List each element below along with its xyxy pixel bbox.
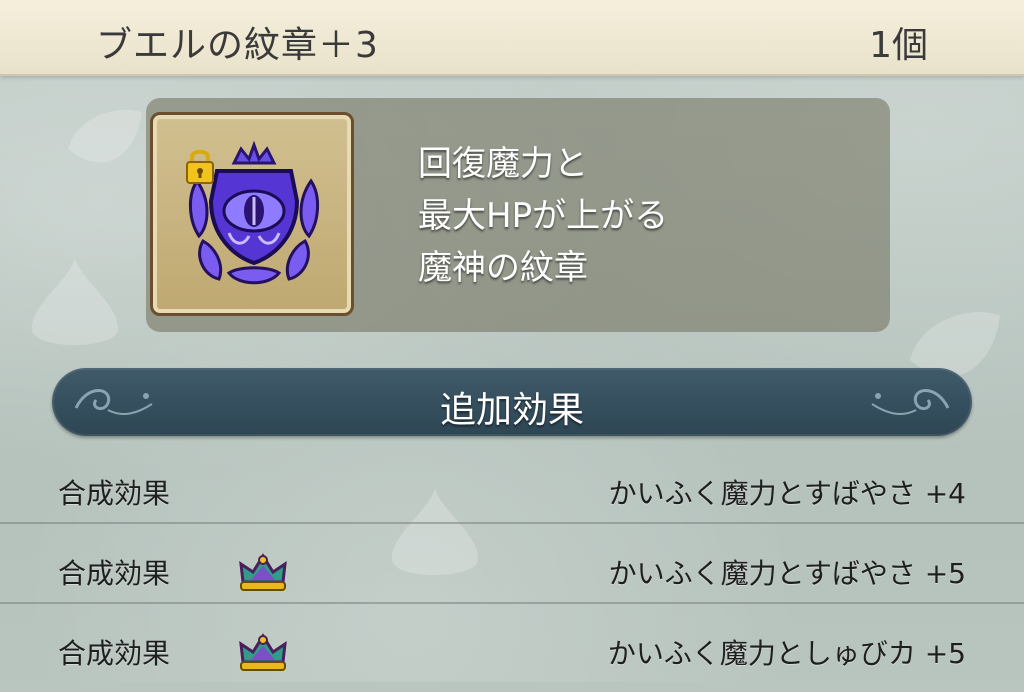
row-divider <box>0 602 1024 604</box>
item-count: 1個 <box>869 25 928 66</box>
additional-effects-banner: 追加効果 <box>52 368 972 436</box>
crown-icon <box>239 553 287 591</box>
section-title: 追加効果 <box>439 390 584 431</box>
description-line: 回復魔力と <box>418 144 588 184</box>
effect-label: 合成効果 <box>58 637 171 670</box>
effect-label: 合成効果 <box>58 477 171 510</box>
crown-icon <box>239 633 287 671</box>
item-name: ブエルの紋章＋3 <box>96 25 379 66</box>
effect-value: かいふく魔力とすばやさ +4 <box>608 477 966 510</box>
effect-value: かいふく魔力とすばやさ +5 <box>608 557 966 590</box>
description-line: 最大HPが上がる <box>418 196 669 236</box>
swirl-ornament-icon <box>871 389 950 415</box>
effect-row: 合成効果 かいふく魔力としゅびカ +5 <box>0 614 1024 692</box>
slime-watermark-icon <box>31 258 119 345</box>
effect-row: 合成効果 かいふく魔力とすばやさ +5 <box>0 534 1024 612</box>
effect-row: 合成効果 かいふく魔力とすばやさ +4 <box>0 454 1024 532</box>
item-header: ブエルの紋章＋3 1個 <box>0 0 1024 76</box>
effect-label: 合成効果 <box>58 557 171 590</box>
item-description: 回復魔力と 最大HPが上がる 魔神の紋章 <box>418 138 668 294</box>
item-icon-frame[interactable] <box>150 112 354 316</box>
leaf-watermark-icon <box>68 109 142 163</box>
description-line: 魔神の紋章 <box>418 248 588 288</box>
effect-value: かいふく魔力としゅびカ +5 <box>607 637 966 670</box>
lock-icon <box>186 149 214 184</box>
row-divider <box>0 522 1024 524</box>
